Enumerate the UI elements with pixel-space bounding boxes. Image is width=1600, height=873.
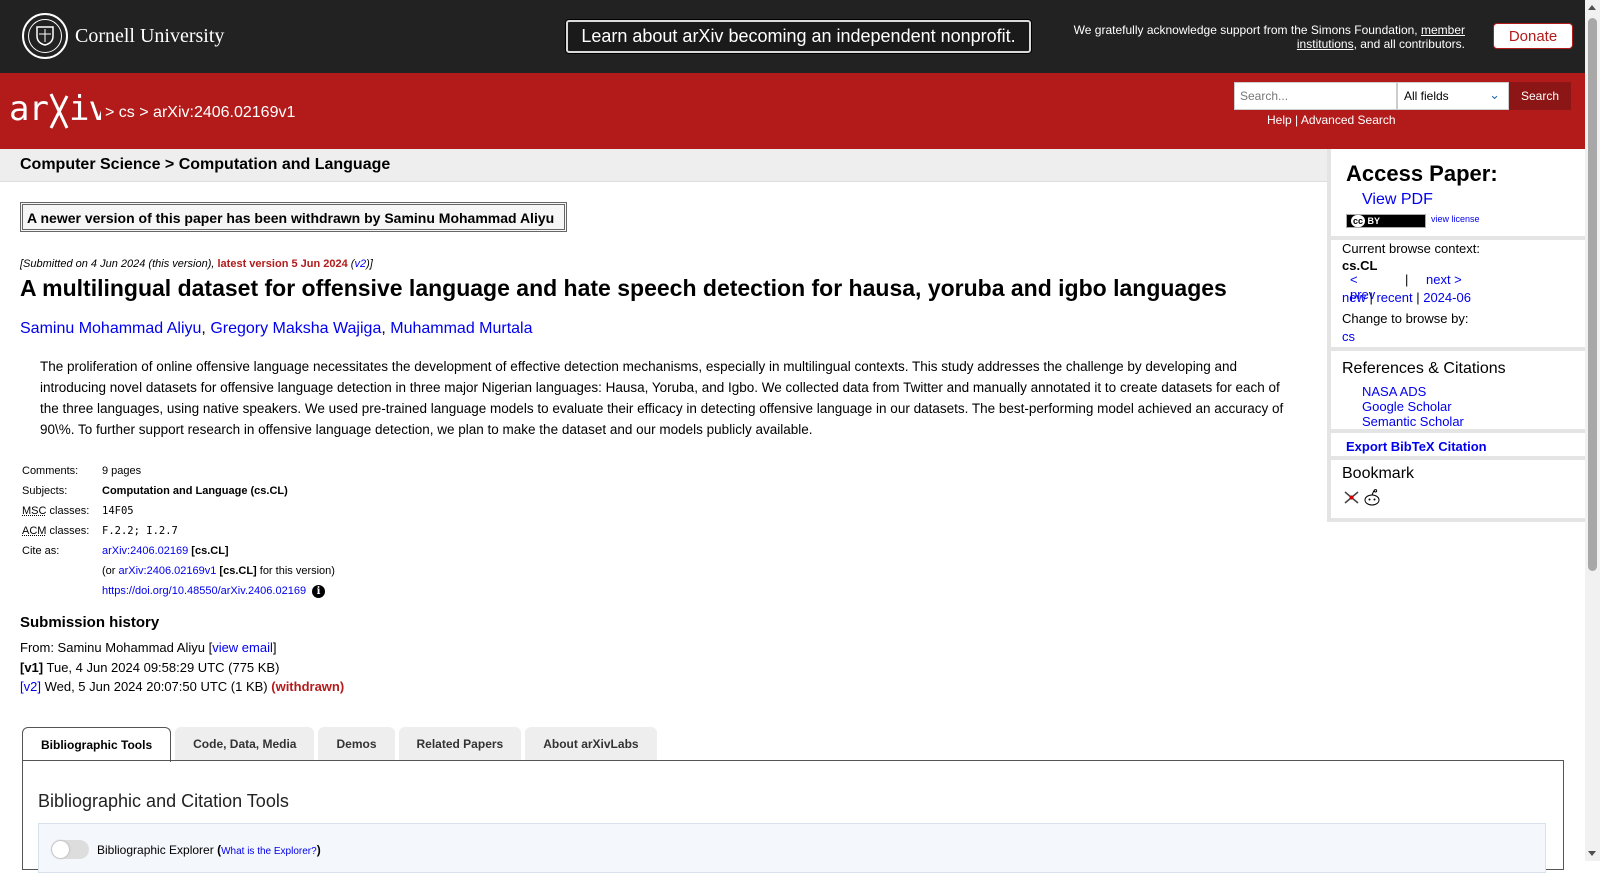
listing-links: new | recent | 2024-06 [1342,290,1471,305]
cite-id-link[interactable]: arXiv:2406.02169 [102,545,188,557]
cornell-logo[interactable]: Cornell University [22,13,224,59]
breadcrumb-paper-id: arXiv:2406.02169v1 [153,104,296,121]
info-icon[interactable]: i [312,585,326,598]
search-button[interactable]: Search [1509,82,1571,110]
donate-button[interactable]: Donate [1493,23,1573,49]
bookmark-icons [1342,489,1381,506]
google-scholar-link[interactable]: Google Scholar [1362,399,1464,414]
acm-value: F.2.2; I.2.7 [102,525,178,537]
subjects-value: Computation and Language (cs.CL) [102,485,288,497]
tab-panel: Bibliographic and Citation Tools Bibliog… [22,760,1564,873]
submission-history-heading: Submission history [20,614,160,631]
view-pdf-link[interactable]: View PDF [1362,191,1433,209]
help-link[interactable]: Help [1267,113,1292,127]
advanced-search-link[interactable]: Advanced Search [1301,113,1396,127]
nonprofit-announcement-button[interactable]: Learn about arXiv becoming an independen… [566,20,1031,53]
search-help-links: Help | Advanced Search [1267,113,1396,127]
references-heading: References & Citations [1342,360,1506,377]
tab-about-arxivlabs[interactable]: About arXivLabs [525,727,657,761]
search-input[interactable]: Search... [1234,82,1397,110]
paper-title: A multilingual dataset for offensive lan… [20,275,1227,301]
latest-version-link[interactable]: latest version 5 Jun 2024 [218,258,348,270]
author-link[interactable]: Muhammad Murtala [390,320,532,337]
breadcrumb: > cs > arXiv:2406.02169v1 [105,104,296,121]
msc-value: 14F05 [102,505,134,517]
scroll-up-icon[interactable] [1588,5,1596,10]
what-is-explorer-link[interactable]: What is the Explorer? [221,846,317,857]
tab-code-data-media[interactable]: Code, Data, Media [175,727,315,761]
bookmark-heading: Bookmark [1342,465,1415,482]
submission-history: From: Saminu Mohammad Aliyu [view email]… [20,640,345,694]
bibsonomy-icon[interactable] [1342,489,1360,506]
cc-license-badge[interactable]: cc BY [1346,214,1426,228]
support-acknowledgement: We gratefully acknowledge support from t… [1073,23,1465,51]
v2-history-link[interactable]: [v2] [20,679,41,694]
tab-related-papers[interactable]: Related Papers [398,727,522,761]
breadcrumb-cs-link[interactable]: cs [119,104,135,121]
month-link[interactable]: 2024-06 [1423,290,1471,305]
tab-bibliographic-tools[interactable]: Bibliographic Tools [22,727,172,762]
page-scrollbar[interactable] [1585,0,1600,861]
change-browse: Change to browse by: cs [1342,311,1469,344]
author-link[interactable]: Gregory Maksha Wajiga [210,320,381,337]
arxiv-logo[interactable]: ar iv [9,89,109,139]
view-license-link[interactable]: view license [1431,214,1480,224]
search-field-select[interactable]: All fields ⌄ [1397,82,1509,110]
doi-link[interactable]: https://doi.org/10.48550/arXiv.2406.0216… [102,585,306,597]
cite-version-link[interactable]: arXiv:2406.02169v1 [119,565,217,577]
v2-link[interactable]: v2 [354,258,366,270]
panel-title: Bibliographic and Citation Tools [38,791,289,811]
svg-text:ar: ar [9,90,48,129]
browse-context: Current browse context: cs.CL [1342,241,1481,273]
recent-link[interactable]: recent [1376,290,1412,305]
browse-cs-link[interactable]: cs [1342,329,1355,344]
withdrawn-status: (withdrawn) [271,679,345,694]
export-bibtex-link[interactable]: Export BibTeX Citation [1346,439,1487,454]
cornell-wordmark: Cornell University [75,24,225,47]
explorer-row: Bibliographic Explorer (What is the Expl… [38,823,1546,873]
chevron-down-icon: ⌄ [1489,87,1500,102]
scroll-down-icon[interactable] [1588,851,1596,856]
comments-value: 9 pages [102,465,142,477]
author-list: Saminu Mohammad Aliyu, Gregory Maksha Wa… [20,320,533,337]
reddit-icon[interactable] [1363,489,1381,506]
withdrawn-notice: A newer version of this paper has been w… [20,202,567,232]
abstract-text: The proliferation of online offensive la… [40,359,1284,437]
view-email-link[interactable]: view email [212,640,273,655]
tab-demos[interactable]: Demos [318,727,395,761]
sidebar: Access Paper: View PDF cc BY view licens… [1327,149,1585,522]
access-paper-heading: Access Paper: [1346,161,1498,186]
nasa-ads-link[interactable]: NASA ADS [1362,384,1464,399]
next-link[interactable]: next > [1426,272,1462,287]
author-link[interactable]: Saminu Mohammad Aliyu [20,320,201,337]
references-list: NASA ADS Google Scholar Semantic Scholar [1362,384,1464,429]
scrollbar-thumb[interactable] [1588,18,1597,571]
svg-text:iv: iv [69,90,101,129]
arxiv-header: ar iv > cs > arXiv:2406.02169v1 Search..… [0,73,1585,149]
explorer-toggle[interactable] [51,840,89,859]
labs-tabs: Bibliographic Tools Code, Data, Media De… [22,727,661,762]
subject-header: Computer Science > Computation and Langu… [0,149,1327,182]
semantic-scholar-link[interactable]: Semantic Scholar [1362,414,1464,429]
top-banner: Cornell University Learn about arXiv bec… [0,0,1585,73]
cornell-seal-icon [22,13,68,59]
arxiv-logo-icon: ar iv [9,89,109,129]
new-link[interactable]: new [1342,290,1366,305]
submission-dateline: [Submitted on 4 Jun 2024 (this version),… [20,258,373,270]
